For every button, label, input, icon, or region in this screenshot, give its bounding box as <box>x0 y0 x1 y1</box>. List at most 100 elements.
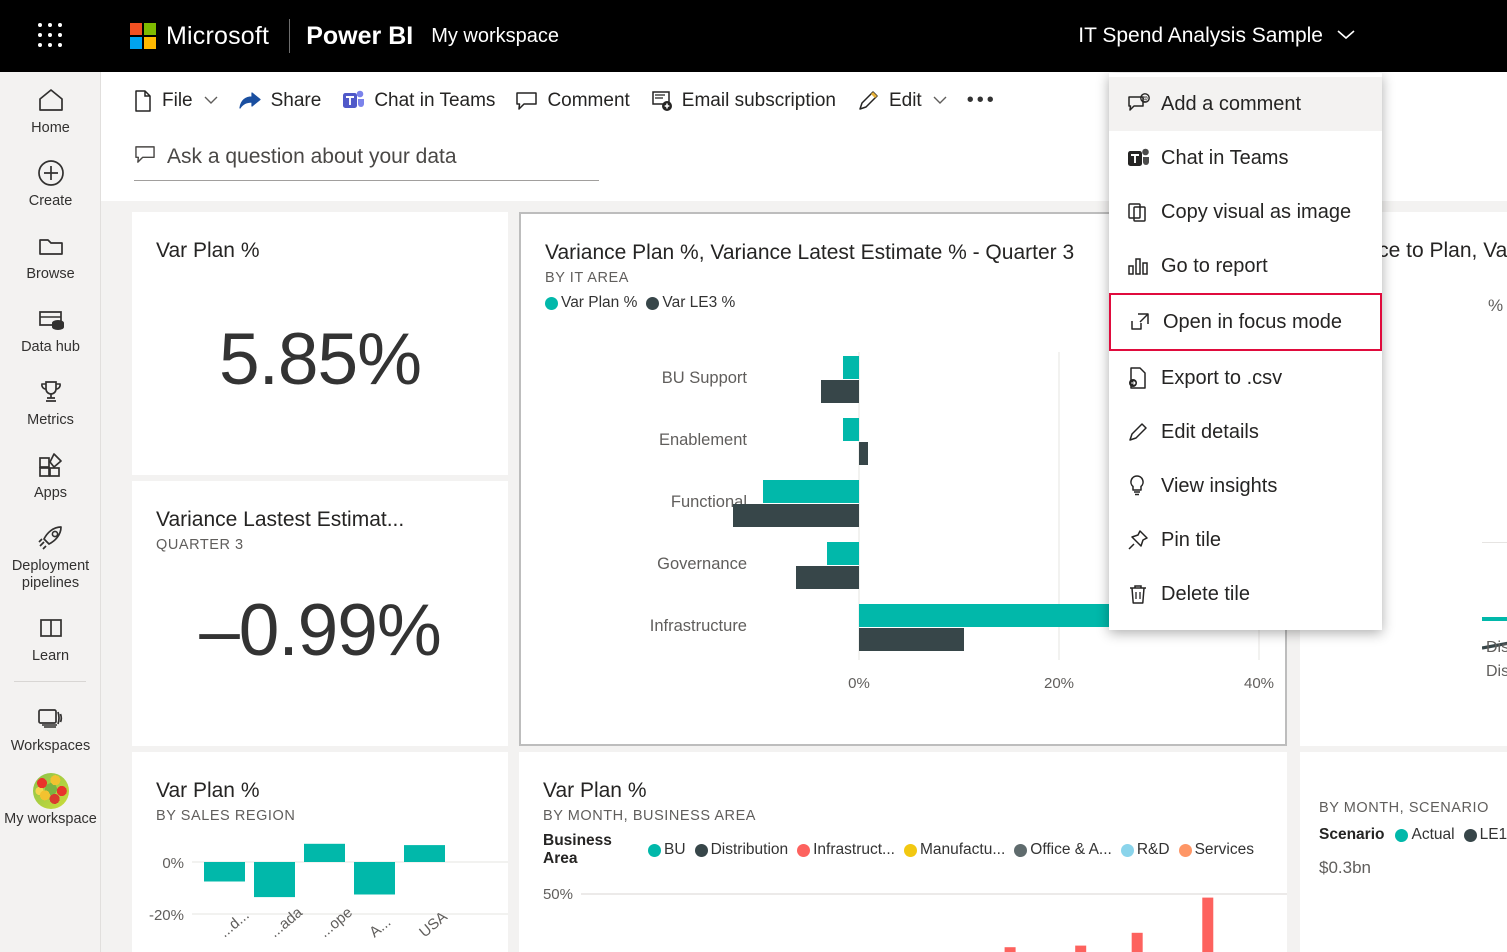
sidebar-label: Data hub <box>21 339 80 355</box>
sidebar-label: My workspace <box>4 811 97 827</box>
y-axis-tick-label: -20% <box>149 907 184 924</box>
tile-by-month-scenario[interactable]: BY MONTH, SCENARIO Scenario Actual LE1 $… <box>1300 752 1507 952</box>
sidebar-item-learn[interactable]: Learn <box>0 600 100 673</box>
sidebar-item-home[interactable]: Home <box>0 72 100 145</box>
sidebar-item-data-hub[interactable]: Data hub <box>0 291 100 364</box>
menu-item-add-a-comment[interactable]: @ Add a comment <box>1109 77 1382 131</box>
bar[interactable] <box>1202 897 1214 952</box>
sidebar-item-workspaces[interactable]: Workspaces <box>0 690 100 763</box>
menu-item-export-to-csv[interactable]: Export to .csv <box>1109 351 1382 405</box>
more-options-button[interactable]: ••• <box>959 81 1005 121</box>
pencil-icon <box>1127 421 1157 443</box>
legend-title: Business Area <box>543 832 612 867</box>
menu-item-copy-visual-as-image[interactable]: Copy visual as image <box>1109 185 1382 239</box>
sidebar-item-browse[interactable]: Browse <box>0 218 100 291</box>
sidebar-label: Home <box>31 120 70 136</box>
bar[interactable] <box>796 566 859 589</box>
bar[interactable] <box>204 862 245 882</box>
teams-icon <box>1127 147 1157 170</box>
business-area-column-chart[interactable]: 50% <box>519 870 1287 952</box>
sales-region-bar-chart[interactable]: 0% -20% ...d... ...ada ...ope A... USA <box>132 840 508 950</box>
bar[interactable] <box>843 418 859 441</box>
legend-item-office-a[interactable]: Office & A... <box>1014 841 1112 859</box>
tile-var-plan-card[interactable]: Var Plan % 5.85% <box>132 212 508 475</box>
email-subscription-button[interactable]: Email subscription <box>642 81 844 121</box>
tile-subtitle: QUARTER 3 <box>156 537 244 553</box>
bar[interactable] <box>733 504 859 527</box>
tile-variance-latest-estimate-card[interactable]: Variance Lastest Estimat... QUARTER 3 –0… <box>132 481 508 746</box>
app-launcher-icon[interactable] <box>38 23 64 49</box>
legend-item-distribution[interactable]: Distribution <box>694 841 788 859</box>
qna-input[interactable]: Ask a question about your data <box>134 144 599 181</box>
bar[interactable] <box>304 843 345 862</box>
legend-dot-icon <box>646 296 660 310</box>
bar[interactable] <box>254 862 295 898</box>
focus-mode-icon <box>1129 311 1159 333</box>
microsoft-logo[interactable]: Microsoft <box>130 22 269 51</box>
powerbi-product-name[interactable]: Power BI <box>306 22 413 51</box>
tile-context-menu: @ Add a comment Chat in Teams Copy visua… <box>1109 73 1382 630</box>
avatar <box>2 773 99 809</box>
tile-var-plan-by-sales-region[interactable]: Var Plan % BY SALES REGION 0% -20% ...d...… <box>132 752 508 952</box>
report-selector[interactable]: IT Spend Analysis Sample <box>1078 24 1355 48</box>
legend-item-actual[interactable]: Actual <box>1395 826 1455 844</box>
legend-item-var-plan[interactable]: Var Plan % <box>545 294 637 312</box>
kpi-value: –0.99% <box>199 590 442 671</box>
x-axis-tick-label: ...ope <box>316 904 356 941</box>
legend-item-var-le3[interactable]: Var LE3 % <box>646 294 735 312</box>
bar[interactable] <box>859 628 964 651</box>
bar[interactable] <box>404 845 445 862</box>
bar[interactable] <box>859 442 868 465</box>
legend-item-le1[interactable]: LE1 <box>1463 826 1507 844</box>
legend-item-r-d[interactable]: R&D <box>1120 841 1170 859</box>
legend-item-services[interactable]: Services <box>1178 841 1254 859</box>
menu-item-edit-details[interactable]: Edit details <box>1109 405 1382 459</box>
top-navigation-bar: Microsoft Power BI My workspace IT Spend… <box>0 0 1507 72</box>
menu-item-delete-tile[interactable]: Delete tile <box>1109 567 1382 621</box>
bar[interactable] <box>1131 932 1143 952</box>
plus-circle-icon <box>2 156 99 190</box>
tile-clipped-label: Dist <box>1486 639 1507 656</box>
menu-item-view-insights[interactable]: View insights <box>1109 459 1382 513</box>
menu-item-pin-tile[interactable]: Pin tile <box>1109 513 1382 567</box>
x-axis-tick-label: ...d... <box>216 907 252 941</box>
sidebar-item-create[interactable]: Create <box>0 145 100 218</box>
menu-item-label: Export to .csv <box>1161 366 1283 389</box>
sidebar-item-apps[interactable]: Apps <box>0 437 100 510</box>
sidebar-item-deployment-pipelines[interactable]: Deployment pipelines <box>0 510 100 600</box>
bar[interactable] <box>763 480 859 503</box>
left-navigation-rail: Home Create Browse Data hub Metrics Apps <box>0 72 101 952</box>
bar[interactable] <box>843 356 859 379</box>
bar[interactable] <box>1075 945 1087 952</box>
bar[interactable] <box>827 542 859 565</box>
share-button[interactable]: Share <box>230 81 330 121</box>
legend-dot-icon <box>694 843 708 857</box>
sidebar-item-metrics[interactable]: Metrics <box>0 364 100 437</box>
category-label: Enablement <box>659 431 747 449</box>
bar[interactable] <box>1004 947 1016 952</box>
copy-icon <box>1127 201 1157 223</box>
file-button[interactable]: File <box>125 81 226 121</box>
legend-label: BU <box>664 841 686 858</box>
legend-item-infrastruct[interactable]: Infrastruct... <box>797 841 895 859</box>
legend-item-manufactu[interactable]: Manufactu... <box>903 841 1005 859</box>
menu-item-open-in-focus-mode[interactable]: Open in focus mode <box>1109 293 1382 351</box>
chat-in-teams-button[interactable]: Chat in Teams <box>333 81 503 121</box>
breadcrumb-workspace[interactable]: My workspace <box>431 25 559 48</box>
menu-item-chat-in-teams[interactable]: Chat in Teams <box>1109 131 1382 185</box>
comment-button[interactable]: Comment <box>507 81 637 121</box>
menu-item-go-to-report[interactable]: Go to report <box>1109 239 1382 293</box>
legend-dot-icon <box>797 843 811 857</box>
edit-button[interactable]: Edit <box>848 81 955 121</box>
chevron-down-icon <box>1337 26 1355 46</box>
tile-var-plan-by-month-business-area[interactable]: Var Plan % BY MONTH, BUSINESS AREA Busin… <box>519 752 1287 952</box>
tile-title: Variance Lastest Estimat... <box>156 508 405 531</box>
legend-item-bu[interactable]: BU <box>648 841 686 859</box>
share-label: Share <box>270 89 322 111</box>
bar[interactable] <box>821 380 859 403</box>
legend-dot-icon <box>648 843 662 857</box>
lightbulb-icon <box>1127 474 1157 498</box>
sidebar-label: Browse <box>26 266 75 282</box>
bar[interactable] <box>354 862 395 895</box>
sidebar-item-my-workspace[interactable]: My workspace <box>0 763 100 836</box>
